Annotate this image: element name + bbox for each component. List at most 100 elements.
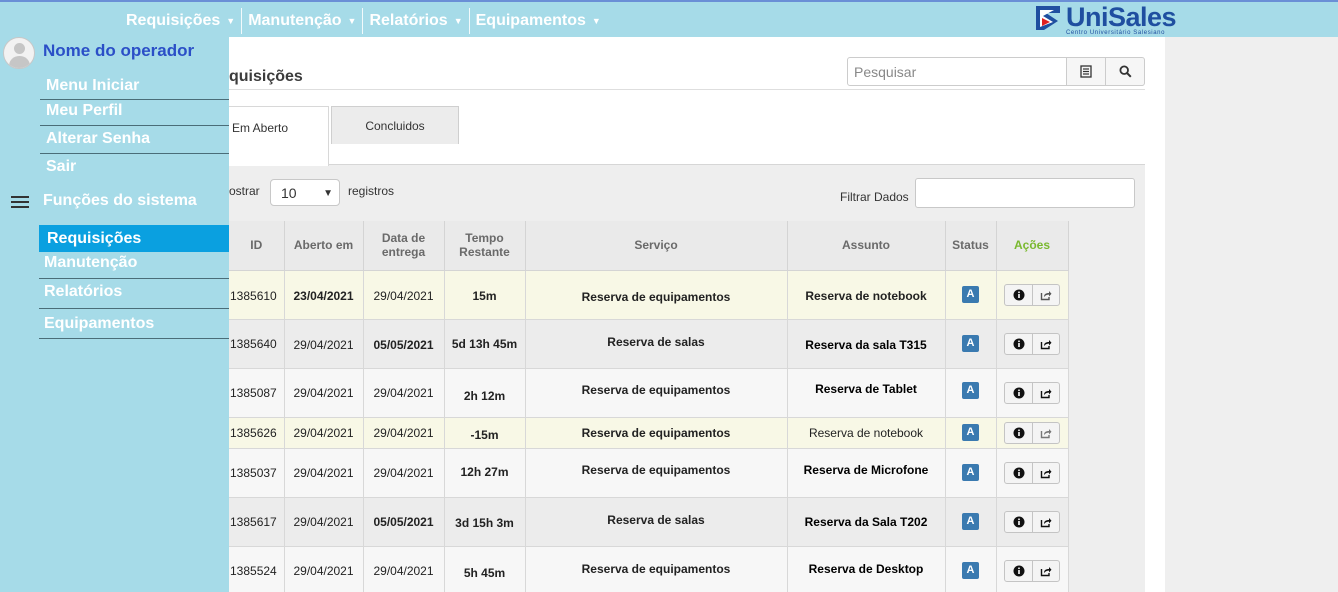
operator-name[interactable]: Nome do operador xyxy=(43,41,194,61)
info-icon[interactable] xyxy=(1005,463,1032,483)
sidebar-item-sair[interactable]: Sair xyxy=(40,158,229,180)
col-header-aberto[interactable]: Aberto em xyxy=(284,221,364,271)
sidebar-item-menu-iniciar[interactable]: Menu Iniciar xyxy=(40,77,229,100)
cell-status: A xyxy=(945,270,997,320)
sidebar-item-equipamentos[interactable]: Equipamentos xyxy=(39,315,229,339)
cell-actions xyxy=(996,448,1069,498)
page-size-select[interactable]: 10 ▼ xyxy=(270,179,340,206)
col-header-assunto[interactable]: Assunto xyxy=(787,221,946,271)
cell-aberto: 29/04/2021 xyxy=(284,546,364,592)
hamburger-icon[interactable] xyxy=(11,196,29,208)
topnav-requisicoes[interactable]: Requisições ▼ xyxy=(120,8,241,34)
share-icon[interactable] xyxy=(1032,333,1059,354)
share-icon[interactable] xyxy=(1032,560,1059,581)
table-row[interactable]: 1385087 29/04/2021 29/04/2021 2h 12m Res… xyxy=(229,368,1069,418)
sidebar-item-meu-perfil[interactable]: Meu Perfil xyxy=(40,102,229,126)
cell-tempo: -15m xyxy=(444,417,526,449)
topnav-relatorios[interactable]: Relatórios ▼ xyxy=(363,8,468,34)
table-row[interactable]: 1385617 29/04/2021 05/05/2021 3d 15h 3m … xyxy=(229,497,1069,547)
cell-assunto: Reserva de Microfone xyxy=(787,448,946,498)
divider xyxy=(468,8,470,34)
col-header-status[interactable]: Status xyxy=(945,221,997,271)
col-header-tempo[interactable]: Tempo Restante xyxy=(444,221,526,271)
cell-servico: Reserva de equipamentos xyxy=(525,448,788,498)
cell-status: A xyxy=(945,448,997,498)
row-actions xyxy=(1004,421,1060,444)
cell-entrega: 05/05/2021 xyxy=(363,497,445,547)
search-bar xyxy=(847,57,1145,86)
cell-aberto: 29/04/2021 xyxy=(284,368,364,418)
share-icon[interactable] xyxy=(1032,284,1059,305)
tab-concluidos[interactable]: Concluidos xyxy=(331,106,459,144)
status-badge[interactable]: A xyxy=(962,335,979,352)
status-badge[interactable]: A xyxy=(962,382,979,399)
table-row[interactable]: 1385524 29/04/2021 29/04/2021 5h 45m Res… xyxy=(229,546,1069,592)
sidebar-item-alterar-senha[interactable]: Alterar Senha xyxy=(40,130,229,154)
status-badge[interactable]: A xyxy=(962,562,979,579)
info-icon[interactable] xyxy=(1005,423,1032,443)
cell-actions xyxy=(996,368,1069,418)
table-row[interactable]: 1385640 29/04/2021 05/05/2021 5d 13h 45m… xyxy=(229,319,1069,369)
avatar[interactable] xyxy=(3,37,35,69)
divider xyxy=(241,8,243,34)
cell-tempo: 12h 27m xyxy=(444,448,526,498)
chevron-down-icon: ▼ xyxy=(453,16,463,26)
share-icon[interactable] xyxy=(1032,462,1059,483)
table-row[interactable]: 1385626 29/04/2021 29/04/2021 -15m Reser… xyxy=(229,417,1069,449)
table-row[interactable]: 1385610 23/04/2021 29/04/2021 15m Reserv… xyxy=(229,270,1069,320)
filter-input[interactable] xyxy=(915,178,1135,208)
logo-name: UniSales xyxy=(1066,2,1177,32)
cell-id: 1385640 xyxy=(229,319,285,369)
cell-actions xyxy=(996,270,1069,320)
status-badge[interactable]: A xyxy=(962,286,979,303)
logo-text: UniSales Centro Universitário Salesiano xyxy=(1066,2,1177,37)
right-gutter xyxy=(1165,37,1338,592)
share-icon[interactable] xyxy=(1032,422,1059,443)
info-icon[interactable] xyxy=(1005,383,1032,403)
cell-aberto: 29/04/2021 xyxy=(284,417,364,449)
cell-actions xyxy=(996,417,1069,449)
table-row[interactable]: 1385037 29/04/2021 29/04/2021 12h 27m Re… xyxy=(229,448,1069,498)
cell-servico: Reserva de salas xyxy=(525,319,788,369)
cell-id: 1385617 xyxy=(229,497,285,547)
sidebar-item-relatorios[interactable]: Relatórios xyxy=(39,283,229,309)
cell-tempo: 5h 45m xyxy=(444,546,526,592)
records-label: registros xyxy=(348,184,395,198)
info-icon[interactable] xyxy=(1005,285,1032,305)
info-icon[interactable] xyxy=(1005,512,1032,532)
row-actions xyxy=(1004,283,1060,306)
search-button[interactable] xyxy=(1106,57,1145,86)
status-badge[interactable]: A xyxy=(962,424,979,441)
sidebar-item-manutencao[interactable]: Manutenção xyxy=(39,254,229,279)
topnav-equipamentos[interactable]: Equipamentos ▼ xyxy=(470,8,607,34)
search-input[interactable] xyxy=(847,57,1067,86)
tab-em-aberto[interactable]: Em Aberto xyxy=(229,106,329,166)
status-badge[interactable]: A xyxy=(962,464,979,481)
cell-servico: Reserva de equipamentos xyxy=(525,368,788,418)
list-button[interactable] xyxy=(1067,57,1106,86)
chevron-down-icon: ▼ xyxy=(347,16,357,26)
info-icon[interactable] xyxy=(1005,334,1032,354)
col-header-entrega[interactable]: Data de entrega xyxy=(363,221,445,271)
cell-id: 1385610 xyxy=(229,270,285,320)
cell-actions xyxy=(996,546,1069,592)
row-actions xyxy=(1004,510,1060,533)
table-header-row: ID Aberto em Data de entrega Tempo Resta… xyxy=(229,221,1069,271)
cell-servico: Reserva de equipamentos xyxy=(525,270,788,320)
cell-aberto: 29/04/2021 xyxy=(284,319,364,369)
info-icon[interactable] xyxy=(1005,561,1032,581)
cell-id: 1385087 xyxy=(229,368,285,418)
col-header-servico[interactable]: Serviço xyxy=(525,221,788,271)
share-icon[interactable] xyxy=(1032,511,1059,532)
topnav-manutencao[interactable]: Manutenção ▼ xyxy=(242,8,362,34)
sidebar: Nome do operador Menu Iniciar Meu Perfil… xyxy=(0,37,229,592)
col-header-acoes: Ações xyxy=(996,221,1069,271)
status-badge[interactable]: A xyxy=(962,513,979,530)
sidebar-item-requisicoes[interactable]: Requisições xyxy=(39,225,229,252)
share-icon[interactable] xyxy=(1032,382,1059,403)
filter-label: Filtrar Dados xyxy=(840,190,909,204)
unisales-logo[interactable]: UniSales Centro Universitário Salesiano xyxy=(1034,2,1177,37)
topnav-label: Manutenção xyxy=(248,12,342,29)
col-header-id[interactable]: ID xyxy=(229,221,285,271)
top-nav-menu: Requisições ▼ Manutenção ▼ Relatórios ▼ Equ… xyxy=(120,8,607,34)
